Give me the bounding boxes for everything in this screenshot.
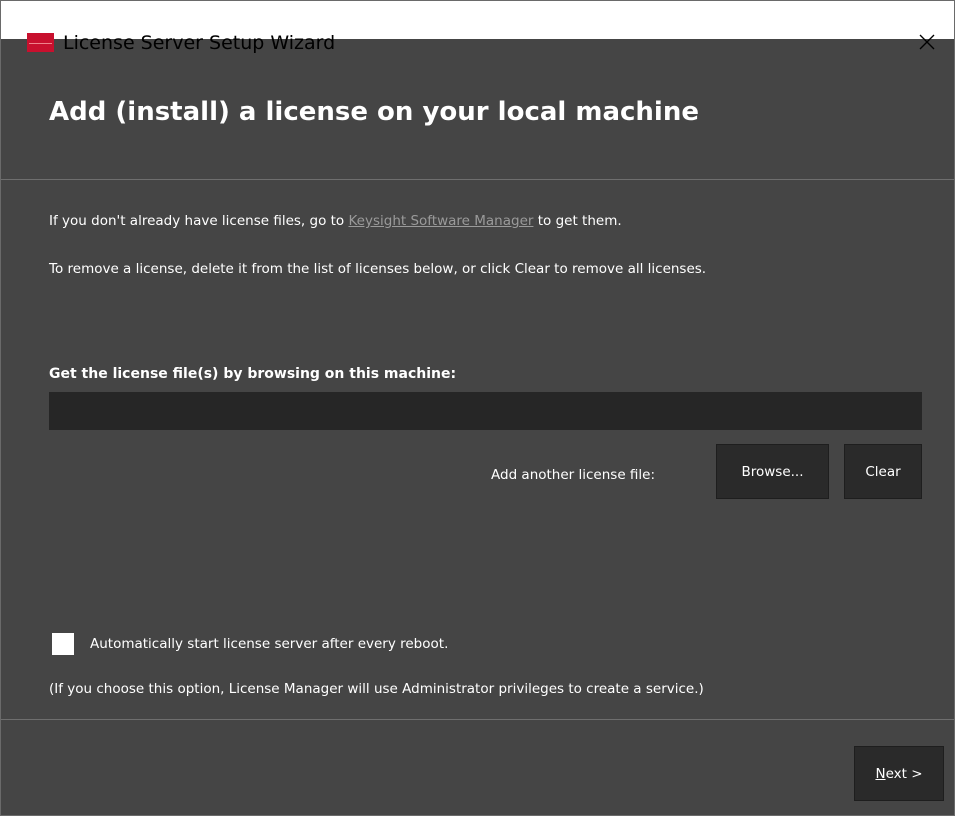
add-license-label: Add another license file:	[491, 467, 656, 483]
autostart-checkbox[interactable]	[52, 633, 74, 655]
close-button[interactable]	[908, 25, 946, 59]
license-wizard-window: License Server Setup Wizard Add (install…	[0, 0, 955, 816]
autostart-note: (If you choose this option, License Mana…	[49, 681, 704, 697]
page-heading: Add (install) a license on your local ma…	[49, 97, 699, 127]
window-title: License Server Setup Wizard	[63, 32, 336, 54]
footer-divider	[1, 719, 954, 720]
browse-section-label: Get the license file(s) by browsing on t…	[49, 366, 457, 382]
info-suffix: to get them.	[537, 213, 622, 229]
info-prefix: If you don't already have license files,…	[49, 213, 345, 229]
info-get-licenses: If you don't already have license files,…	[49, 213, 622, 229]
wizard-content: Add (install) a license on your local ma…	[1, 61, 954, 815]
title-bar: License Server Setup Wizard	[1, 1, 954, 54]
clear-button[interactable]: Clear	[844, 444, 922, 499]
browse-button[interactable]: Browse...	[716, 444, 829, 499]
keysight-app-icon	[27, 33, 54, 52]
autostart-label: Automatically start license server after…	[90, 636, 449, 652]
next-label: ext >	[885, 765, 923, 782]
license-file-input[interactable]	[49, 392, 922, 430]
keysight-software-manager-link[interactable]: Keysight Software Manager	[348, 213, 533, 229]
next-mnemonic: N	[875, 765, 886, 782]
info-remove-license: To remove a license, delete it from the …	[49, 261, 707, 277]
close-icon	[919, 34, 935, 50]
header-divider	[1, 179, 954, 180]
next-button[interactable]: Next >	[854, 746, 944, 801]
